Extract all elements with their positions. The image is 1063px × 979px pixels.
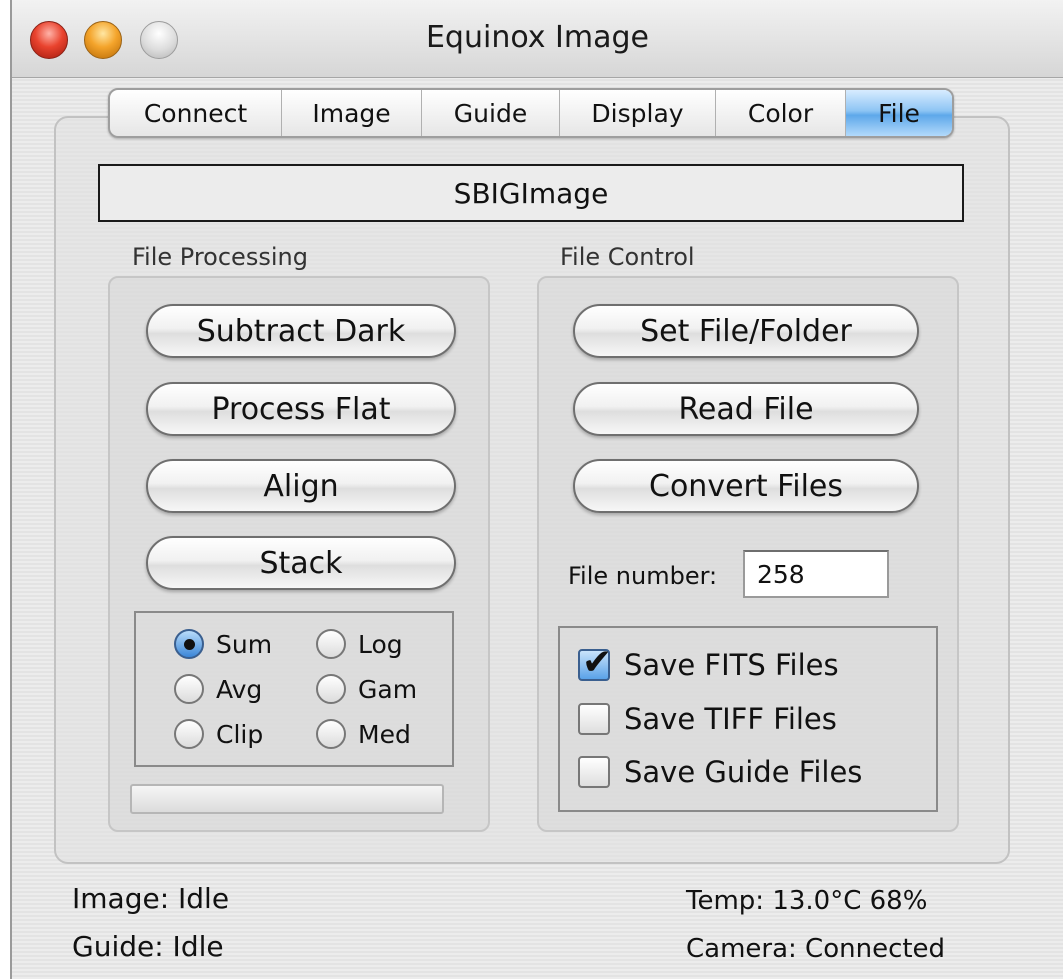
- radio-log-label: Log: [358, 629, 403, 659]
- radio-log[interactable]: Log: [316, 629, 403, 659]
- tab-color[interactable]: Color: [716, 90, 846, 136]
- image-status: Image: Idle: [72, 882, 230, 915]
- stack-button[interactable]: Stack: [146, 536, 456, 590]
- radio-avg[interactable]: Avg: [174, 674, 262, 704]
- save-fits-checkbox[interactable]: ✔ Save FITS Files: [578, 645, 839, 682]
- radio-indicator: [316, 674, 346, 704]
- tab-connect[interactable]: Connect: [110, 90, 282, 136]
- radio-indicator: [316, 629, 346, 659]
- radio-med-label: Med: [358, 719, 411, 749]
- radio-avg-label: Avg: [216, 674, 263, 704]
- set-file-folder-button[interactable]: Set File/Folder: [573, 304, 919, 358]
- tab-image[interactable]: Image: [282, 90, 422, 136]
- radio-med[interactable]: Med: [316, 719, 411, 749]
- title-bar[interactable]: Equinox Image: [12, 0, 1063, 78]
- save-fits-label: Save FITS Files: [624, 648, 839, 682]
- processing-progress-bar: [130, 784, 444, 814]
- radio-gam-label: Gam: [358, 674, 418, 704]
- checkmark-icon: ✔: [582, 642, 613, 683]
- checkbox-indicator: [578, 703, 610, 735]
- tab-display[interactable]: Display: [560, 90, 716, 136]
- checkbox-indicator: ✔: [578, 645, 612, 681]
- save-tiff-label: Save TIFF Files: [624, 702, 837, 736]
- convert-files-button[interactable]: Convert Files: [573, 459, 919, 513]
- checkbox-indicator: [578, 756, 610, 788]
- window-title: Equinox Image: [425, 20, 650, 55]
- radio-selected-indicator: [174, 629, 204, 659]
- radio-clip[interactable]: Clip: [174, 719, 263, 749]
- image-name-display: SBIGImage: [98, 164, 964, 222]
- temperature-status: Temp: 13.0°C 68%: [686, 886, 928, 916]
- radio-sum-label: Sum: [216, 629, 273, 659]
- radio-indicator: [316, 719, 346, 749]
- tab-bar: Connect Image Guide Display Color File: [108, 88, 954, 138]
- read-file-button[interactable]: Read File: [573, 382, 919, 436]
- radio-sum[interactable]: Sum: [174, 629, 272, 659]
- radio-clip-label: Clip: [216, 719, 264, 749]
- radio-indicator: [174, 674, 204, 704]
- align-button[interactable]: Align: [146, 459, 456, 513]
- file-number-label: File number:: [568, 562, 718, 590]
- file-control-label: File Control: [560, 243, 695, 271]
- radio-gam[interactable]: Gam: [316, 674, 417, 704]
- stack-mode-radio-group: Sum Log Avg Gam Clip Med: [134, 611, 454, 767]
- subtract-dark-button[interactable]: Subtract Dark: [146, 304, 456, 358]
- camera-status: Camera: Connected: [686, 934, 946, 964]
- tab-file[interactable]: File: [846, 90, 952, 136]
- file-processing-label: File Processing: [132, 243, 308, 271]
- guide-status: Guide: Idle: [72, 930, 224, 963]
- process-flat-button[interactable]: Process Flat: [146, 382, 456, 436]
- tab-guide[interactable]: Guide: [422, 90, 560, 136]
- save-guide-checkbox[interactable]: Save Guide Files: [578, 755, 862, 789]
- file-number-input[interactable]: 258: [743, 550, 889, 598]
- save-options-group: ✔ Save FITS Files Save TIFF Files Save G…: [558, 626, 938, 812]
- save-tiff-checkbox[interactable]: Save TIFF Files: [578, 702, 837, 736]
- save-guide-label: Save Guide Files: [624, 755, 863, 789]
- radio-indicator: [174, 719, 204, 749]
